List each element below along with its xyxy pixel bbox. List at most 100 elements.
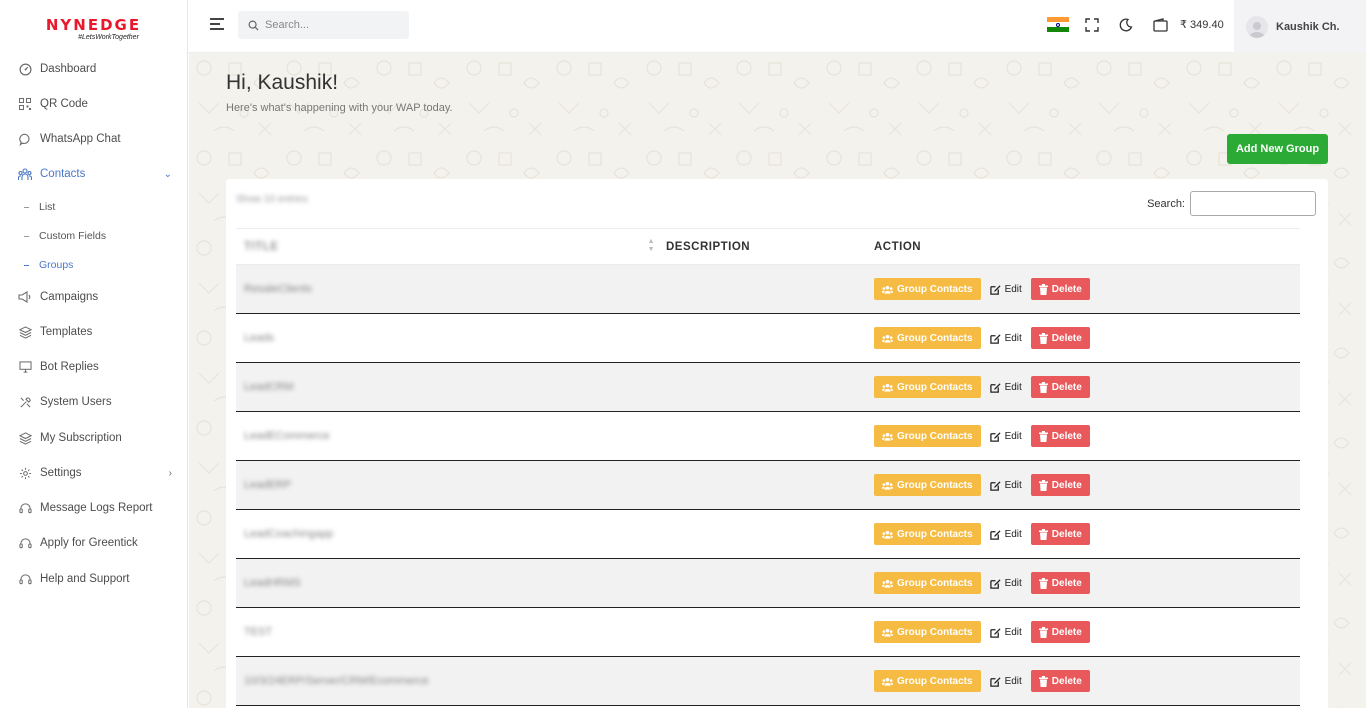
show-entries-control[interactable]: Show 10 entries [236, 194, 308, 205]
sidebar-item-templates[interactable]: Templates [0, 317, 188, 347]
sidebar-item-whatsapp-chat[interactable]: WhatsApp Chat [0, 124, 188, 154]
user-name: Kaushik Ch. [1276, 20, 1340, 33]
sidebar-item-qr-code[interactable]: QR Code [0, 89, 188, 119]
group-contacts-button[interactable]: Group Contacts [874, 572, 981, 594]
sidebar-item-my-subscription[interactable]: My Subscription [0, 423, 188, 453]
group-contacts-button[interactable]: Group Contacts [874, 670, 981, 692]
user-menu[interactable]: Kaushik Ch. [1234, 0, 1366, 53]
brand-logo[interactable]: nynedge #LetsWorkTogether [0, 0, 187, 53]
groups-table: TITLE ▲ ▼ DESCRIPTION ACTION ResaleClient… [236, 228, 1300, 706]
table-row: TEST Group Contacts Edit Delete [236, 607, 1300, 657]
india-flag-icon[interactable] [1047, 17, 1069, 32]
show-entries-label: Show 10 entries [236, 194, 308, 205]
global-search-input[interactable] [265, 19, 405, 31]
users-icon [882, 628, 893, 637]
group-contacts-button[interactable]: Group Contacts [874, 376, 981, 398]
sidebar-item-label: QR Code [40, 98, 88, 110]
edit-icon [989, 627, 1001, 638]
wallet-icon[interactable] [1151, 16, 1169, 34]
sidebar-item-system-users[interactable]: System Users [0, 387, 188, 417]
delete-button[interactable]: Delete [1030, 572, 1090, 594]
sidebar-item-contacts[interactable]: Contacts ⌄ [0, 159, 188, 189]
group-contacts-button[interactable]: Group Contacts [874, 278, 981, 300]
megaphone-icon [18, 290, 32, 304]
sidebar-item-settings[interactable]: Settings › [0, 458, 188, 488]
cell-actions: Group Contacts Edit Delete [866, 509, 1300, 559]
cell-description [661, 509, 866, 559]
menu-toggle-icon[interactable] [210, 18, 226, 32]
sidebar-item-campaigns[interactable]: Campaigns [0, 282, 188, 312]
dark-mode-moon-icon[interactable] [1117, 16, 1135, 34]
sidebar-subitem-label: List [39, 201, 56, 213]
delete-button[interactable]: Delete [1030, 621, 1090, 643]
column-header-description[interactable]: DESCRIPTION [661, 228, 866, 265]
global-search[interactable] [238, 11, 409, 39]
edit-button[interactable]: Edit [981, 327, 1031, 349]
edit-icon [989, 676, 1001, 687]
group-contacts-button[interactable]: Group Contacts [874, 474, 981, 496]
sidebar-item-dashboard[interactable]: Dashboard [0, 54, 188, 84]
cell-title: LeadECommerce [236, 411, 661, 461]
sidebar-subitem-custom-fields[interactable]: Custom Fields [0, 225, 188, 247]
sidebar-subitem-groups[interactable]: Groups [0, 254, 188, 276]
users-icon [882, 677, 893, 686]
tools-icon [18, 395, 32, 409]
table-search: Search: [1147, 191, 1316, 216]
group-contacts-button[interactable]: Group Contacts [874, 327, 981, 349]
sidebar-subitem-label: Custom Fields [39, 230, 107, 242]
group-contacts-button[interactable]: Group Contacts [874, 621, 981, 643]
edit-icon [989, 382, 1001, 393]
cell-actions: Group Contacts Edit Delete [866, 607, 1300, 657]
page-greeting: Hi, Kaushik! [226, 71, 339, 94]
delete-button[interactable]: Delete [1030, 670, 1090, 692]
users-icon [882, 334, 893, 343]
group-contacts-button[interactable]: Group Contacts [874, 425, 981, 447]
sidebar-item-help-and-support[interactable]: Help and Support [0, 564, 188, 594]
sidebar-item-apply-for-greentick[interactable]: Apply for Greentick [0, 528, 188, 558]
table-row: LeadECommerce Group Contacts Edit Delete [236, 411, 1300, 461]
column-header-title[interactable]: TITLE ▲ ▼ [236, 228, 661, 265]
headset-icon [18, 536, 32, 550]
layers-icon [18, 325, 32, 339]
qr-code-icon [18, 97, 32, 111]
delete-button[interactable]: Delete [1030, 327, 1090, 349]
cell-actions: Group Contacts Edit Delete [866, 264, 1300, 314]
cell-title: Leads [236, 313, 661, 363]
edit-button[interactable]: Edit [981, 474, 1031, 496]
cell-title: LeadCoachingapp [236, 509, 661, 559]
trash-icon [1038, 577, 1048, 589]
edit-button[interactable]: Edit [981, 621, 1031, 643]
delete-button[interactable]: Delete [1030, 376, 1090, 398]
edit-button[interactable]: Edit [981, 376, 1031, 398]
brand-name: nynedge [45, 10, 142, 35]
dash-icon [24, 206, 29, 208]
group-contacts-button[interactable]: Group Contacts [874, 523, 981, 545]
sidebar-subitem-list[interactable]: List [0, 196, 188, 218]
edit-button[interactable]: Edit [981, 278, 1031, 300]
edit-button[interactable]: Edit [981, 670, 1031, 692]
cell-title: LeadHRMS [236, 558, 661, 608]
sidebar-item-message-logs-report[interactable]: Message Logs Report [0, 493, 188, 523]
users-icon [882, 481, 893, 490]
edit-icon [989, 431, 1001, 442]
delete-button[interactable]: Delete [1030, 474, 1090, 496]
wallet-balance: ₹ 349.40 [1180, 19, 1224, 31]
column-header-action: ACTION [866, 228, 1300, 265]
edit-button[interactable]: Edit [981, 523, 1031, 545]
sidebar-item-label: Bot Replies [40, 361, 99, 373]
fullscreen-icon[interactable] [1083, 16, 1101, 34]
sidebar-item-bot-replies[interactable]: Bot Replies [0, 352, 188, 382]
delete-button[interactable]: Delete [1030, 523, 1090, 545]
cell-description [661, 607, 866, 657]
groups-table-card: Show 10 entries Search: TITLE ▲ ▼ DESCRIP… [226, 179, 1328, 708]
add-new-group-button[interactable]: Add New Group [1227, 134, 1328, 164]
users-icon [882, 530, 893, 539]
edit-icon [989, 480, 1001, 491]
cell-title: TEST [236, 607, 661, 657]
table-search-input[interactable] [1190, 191, 1316, 216]
users-icon [882, 579, 893, 588]
edit-button[interactable]: Edit [981, 425, 1031, 447]
edit-button[interactable]: Edit [981, 572, 1031, 594]
delete-button[interactable]: Delete [1030, 425, 1090, 447]
delete-button[interactable]: Delete [1030, 278, 1090, 300]
